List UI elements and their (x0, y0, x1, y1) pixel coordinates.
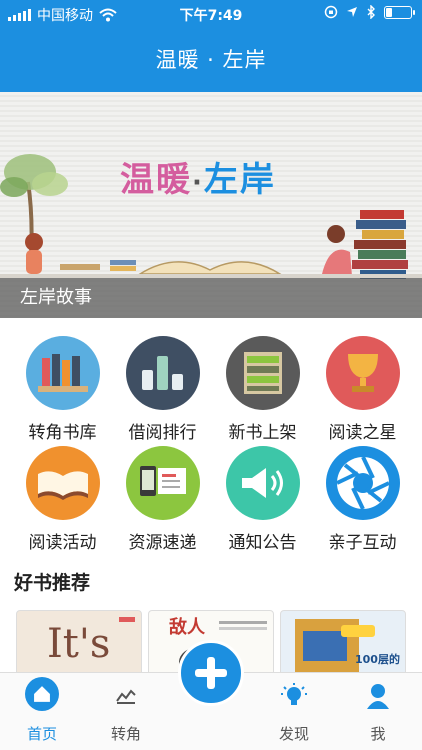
grid-item-new-books[interactable]: 新书上架 (210, 336, 315, 443)
home-icon (25, 677, 59, 711)
tab-home[interactable]: 首页 (0, 673, 84, 750)
section-title-recommend: 好书推荐 (14, 572, 91, 594)
bluetooth-icon (367, 5, 375, 19)
tab-corner[interactable]: 转角 (84, 673, 168, 750)
banner-title-part2: 左岸 (203, 160, 276, 200)
orientation-lock-icon (324, 5, 338, 19)
bookshelf-icon (25, 336, 100, 410)
grid-item-ranking[interactable]: 借阅排行 (110, 336, 215, 443)
grid-item-bookshelf[interactable]: 转角书库 (10, 336, 115, 443)
megaphone-icon (225, 446, 300, 520)
grid-label-parent-child: 亲子互动 (328, 533, 397, 553)
add-button[interactable] (178, 640, 244, 706)
tab-label-discover: 发现 (278, 725, 309, 743)
banner-caption: 左岸故事 (0, 278, 422, 318)
book-cover-text: It's (47, 621, 111, 667)
aperture-icon (325, 446, 400, 520)
trend-icon (116, 689, 136, 704)
plus-icon (195, 657, 227, 689)
grid-label-reading-star: 阅读之星 (328, 423, 397, 443)
grid-item-notices[interactable]: 通知公告 (210, 446, 315, 553)
books-rack-icon (225, 336, 300, 410)
grid-item-parent-child[interactable]: 亲子互动 (310, 446, 415, 553)
book-cover-text: 敌人 (169, 617, 205, 638)
grid-item-reading-activity[interactable]: 阅读活动 (10, 446, 115, 553)
grid-label-ranking: 借阅排行 (128, 423, 197, 443)
grid-label-new-books: 新书上架 (228, 423, 297, 443)
tab-label-me: 我 (370, 725, 386, 743)
grid-label-reading-activity: 阅读活动 (28, 533, 97, 553)
phone-document-icon (125, 446, 200, 520)
tab-discover[interactable]: 发现 (252, 673, 336, 750)
banner-title-part1: 温暖 (120, 160, 192, 200)
battery-icon (384, 5, 415, 19)
banner-carousel[interactable]: 温暖·左岸 左岸故事 (0, 92, 422, 318)
grid-label-notices: 通知公告 (228, 533, 297, 553)
top-bar: 中国移动 下午7:49 温暖 · 左岸 (0, 0, 422, 92)
grid-item-resources[interactable]: 资源速递 (110, 446, 215, 553)
tab-label-corner: 转角 (110, 725, 141, 743)
banner-title-separator: · (192, 168, 204, 198)
tab-label-home: 首页 (26, 725, 57, 743)
status-bar: 中国移动 下午7:49 (0, 0, 422, 28)
open-book-icon (25, 446, 100, 520)
trophy-icon (325, 336, 400, 410)
book-cover-text: 100层的 (355, 653, 400, 666)
lightbulb-icon (281, 683, 307, 705)
grid-label-bookshelf: 转角书库 (28, 423, 97, 443)
grid-label-resources: 资源速递 (128, 533, 197, 553)
banner-title: 温暖·左岸 (120, 152, 276, 201)
location-icon (347, 7, 357, 17)
user-icon (367, 684, 389, 709)
tab-me[interactable]: 我 (336, 673, 420, 750)
grid-item-reading-star[interactable]: 阅读之星 (310, 336, 415, 443)
page-title: 温暖 · 左岸 (155, 48, 267, 72)
bar-chart-icon (125, 336, 200, 410)
